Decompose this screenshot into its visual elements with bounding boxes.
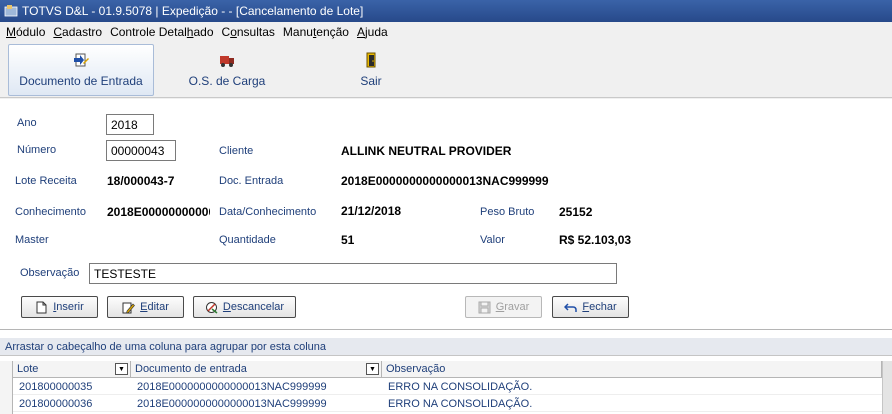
group-by-hint[interactable]: Arrastar o cabeçalho de uma coluna para … bbox=[0, 338, 892, 356]
lote-receita-label: Lote Receita bbox=[15, 175, 77, 187]
valor-label: Valor bbox=[480, 234, 505, 246]
window-title: TOTVS D&L - 01.9.5078 | Expedição - - [C… bbox=[22, 4, 364, 18]
table-cell-documento[interactable]: 2018E0000000000000013NAC999999 bbox=[131, 379, 382, 395]
row-indicator-column bbox=[0, 361, 13, 414]
inserir-button[interactable]: Inserir bbox=[21, 296, 98, 318]
toolbar: Documento de Entrada O.S. de Carga Sair bbox=[0, 42, 892, 98]
cliente-value: ALLINK NEUTRAL PROVIDER bbox=[341, 144, 512, 158]
table-cell-lote[interactable]: 201800000035 bbox=[13, 379, 131, 395]
lote-form: Ano 2018 Número 00000043 Cliente ALLINK … bbox=[0, 99, 892, 329]
table-cell-documento[interactable]: 2018E0000000000000013NAC999999 bbox=[131, 396, 382, 412]
table-cell-lote[interactable]: 201800000036 bbox=[13, 396, 131, 412]
document-edit-icon bbox=[73, 52, 89, 68]
new-document-icon bbox=[35, 301, 48, 314]
filter-dropdown-icon[interactable]: ▼ bbox=[366, 363, 379, 375]
menu-manutencao[interactable]: Manutenção bbox=[283, 25, 349, 39]
doc-entrada-value: 2018E0000000000000013NAC999999 bbox=[341, 174, 549, 188]
data-conhecimento-value: 21/12/2018 bbox=[341, 204, 402, 218]
menu-ajuda[interactable]: Ajuda bbox=[357, 25, 388, 39]
numero-label: Número bbox=[17, 144, 57, 156]
save-disk-icon bbox=[478, 301, 491, 314]
menu-controle-detalhado[interactable]: Controle Detalhado bbox=[110, 25, 213, 39]
conhecimento-value: 2018E0000000000000013 bbox=[107, 205, 210, 219]
vertical-scrollbar[interactable] bbox=[882, 361, 892, 414]
column-header-documento[interactable]: Documento de entrada ▼ bbox=[131, 361, 382, 378]
column-header-lote[interactable]: Lote ▼ bbox=[13, 361, 131, 378]
conhecimento-label: Conhecimento bbox=[15, 206, 86, 218]
numero-input[interactable]: 00000043 bbox=[106, 140, 176, 161]
editar-button[interactable]: Editar bbox=[107, 296, 184, 318]
title-bar: TOTVS D&L - 01.9.5078 | Expedição - - [C… bbox=[0, 0, 892, 22]
ano-input[interactable]: 2018 bbox=[106, 114, 154, 135]
descancelar-button[interactable]: Descancelar bbox=[193, 296, 296, 318]
master-label: Master bbox=[15, 234, 49, 246]
table-cell-observacao[interactable]: ERRO NA CONSOLIDAÇÃO. bbox=[382, 379, 882, 395]
close-undo-arrow-icon bbox=[564, 301, 578, 314]
exit-door-icon bbox=[363, 52, 379, 68]
menu-consultas[interactable]: Consultas bbox=[222, 25, 275, 39]
app-icon bbox=[4, 4, 18, 18]
peso-bruto-label: Peso Bruto bbox=[480, 206, 535, 218]
menu-bar: Módulo Cadastro Controle Detalhado Consu… bbox=[0, 22, 892, 42]
quantidade-value: 51 bbox=[341, 233, 355, 247]
peso-bruto-value: 25152 bbox=[559, 205, 593, 219]
os-carga-button[interactable]: O.S. de Carga bbox=[154, 44, 300, 96]
data-conhecimento-label: Data/Conhecimento bbox=[219, 206, 317, 218]
menu-modulo[interactable]: Módulo bbox=[6, 25, 45, 39]
edit-icon bbox=[122, 301, 136, 314]
menu-cadastro[interactable]: Cadastro bbox=[53, 25, 102, 39]
quantidade-label: Quantidade bbox=[219, 234, 276, 246]
observacao-label: Observação bbox=[20, 267, 80, 279]
documento-entrada-button[interactable]: Documento de Entrada bbox=[8, 44, 154, 96]
observacao-input[interactable]: TESTESTE bbox=[89, 263, 617, 284]
valor-value: R$ 52.103,03 bbox=[559, 233, 632, 247]
lotes-grid: Arrastar o cabeçalho de uma coluna para … bbox=[0, 329, 892, 414]
undo-cancel-icon bbox=[205, 301, 218, 314]
gravar-button[interactable]: Gravar bbox=[465, 296, 542, 318]
ano-label: Ano bbox=[17, 117, 37, 129]
filter-dropdown-icon[interactable]: ▼ bbox=[115, 363, 128, 375]
lote-receita-value: 18/000043-7 bbox=[107, 174, 175, 188]
doc-entrada-label: Doc. Entrada bbox=[219, 175, 284, 187]
sair-button[interactable]: Sair bbox=[298, 44, 444, 96]
truck-icon bbox=[219, 52, 235, 68]
column-header-observacao[interactable]: Observação bbox=[382, 361, 882, 378]
table-cell-observacao[interactable]: ERRO NA CONSOLIDAÇÃO. bbox=[382, 396, 882, 412]
cliente-label: Cliente bbox=[219, 145, 254, 157]
fechar-button[interactable]: Fechar bbox=[552, 296, 629, 318]
